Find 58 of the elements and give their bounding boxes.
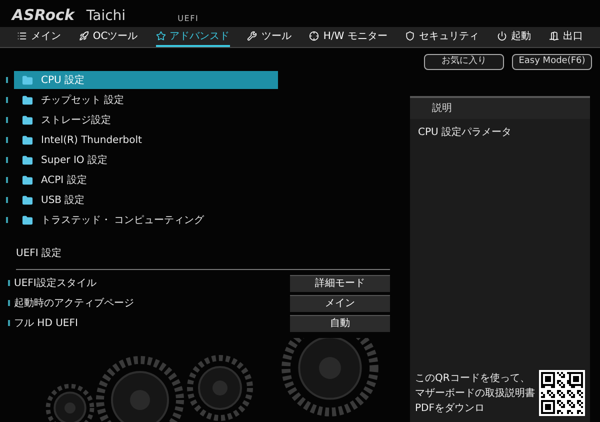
nav-tab[interactable]: アドバンスド: [156, 27, 230, 47]
row-marker: [6, 197, 8, 203]
nav-tab[interactable]: 出口: [549, 27, 583, 47]
folder-icon: [22, 214, 33, 226]
star-icon: [156, 31, 166, 41]
nav-tab[interactable]: H/W モニター: [309, 27, 388, 47]
row-marker: [6, 157, 8, 163]
row-marker: [6, 177, 8, 183]
section-title: UEFI 設定: [16, 246, 63, 261]
menu-item[interactable]: Intel(R) Thunderbolt: [14, 131, 278, 149]
panel-title: 説明: [410, 98, 590, 119]
row-marker: [6, 117, 8, 123]
row-marker: [6, 77, 8, 83]
folder-icon: [22, 194, 33, 206]
menu-item[interactable]: ACPI 設定: [14, 171, 278, 189]
setting-value[interactable]: 自動: [290, 314, 390, 332]
menu-item[interactable]: チップセット 設定: [14, 91, 278, 109]
mode-label: UEFI: [178, 15, 199, 23]
brand-logo: ASRock: [12, 8, 74, 23]
row-marker: [8, 280, 10, 286]
setting-value[interactable]: 詳細モード: [290, 274, 390, 292]
row-marker: [8, 300, 10, 306]
crosshair-icon: [309, 31, 320, 41]
row-marker: [8, 320, 10, 326]
folder-icon: [22, 114, 33, 126]
description-text: CPU 設定パラメータ: [417, 126, 513, 140]
power-icon: [497, 31, 508, 41]
menu-item[interactable]: USB 設定: [14, 191, 278, 209]
folder-icon: [22, 154, 33, 166]
row-marker: [6, 97, 8, 103]
nav-tab[interactable]: OCツール: [78, 27, 138, 47]
row-marker: [6, 137, 8, 143]
setting-label: UEFI設定スタイル: [14, 276, 98, 290]
nav-tab[interactable]: ツール: [247, 27, 292, 47]
nav-tab[interactable]: セキュリティ: [405, 27, 480, 47]
menu-item[interactable]: ストレージ設定: [14, 111, 278, 129]
rocket-icon: [78, 31, 89, 41]
shield-icon: [405, 31, 416, 41]
menu-item[interactable]: CPU 設定: [14, 71, 278, 89]
nav-tab[interactable]: メイン: [16, 27, 61, 47]
top-button[interactable]: お気に入り: [424, 54, 504, 70]
door-icon: [549, 31, 559, 41]
menu-item[interactable]: トラステッド・ コンピューティング: [14, 211, 278, 229]
qr-caption: このQRコードを使って、マザーボードの取扱説明書PDFをダウンロ: [415, 372, 536, 416]
nav-tab[interactable]: 起動: [497, 27, 532, 47]
row-marker: [6, 217, 8, 223]
menu-item[interactable]: Super IO 設定: [14, 151, 278, 169]
setting-value[interactable]: メイン: [290, 294, 390, 312]
folder-icon: [22, 74, 33, 86]
folder-icon: [22, 94, 33, 106]
qr-code: [539, 370, 585, 416]
setting-label: フル HD UEFI: [14, 316, 79, 330]
model-name: Taichi: [86, 9, 126, 23]
wrench-icon: [247, 31, 258, 41]
top-button[interactable]: Easy Mode(F6): [512, 54, 592, 70]
folder-icon: [22, 134, 33, 146]
folder-icon: [22, 174, 33, 186]
setting-label: 起動時のアクティブページ: [14, 296, 135, 310]
